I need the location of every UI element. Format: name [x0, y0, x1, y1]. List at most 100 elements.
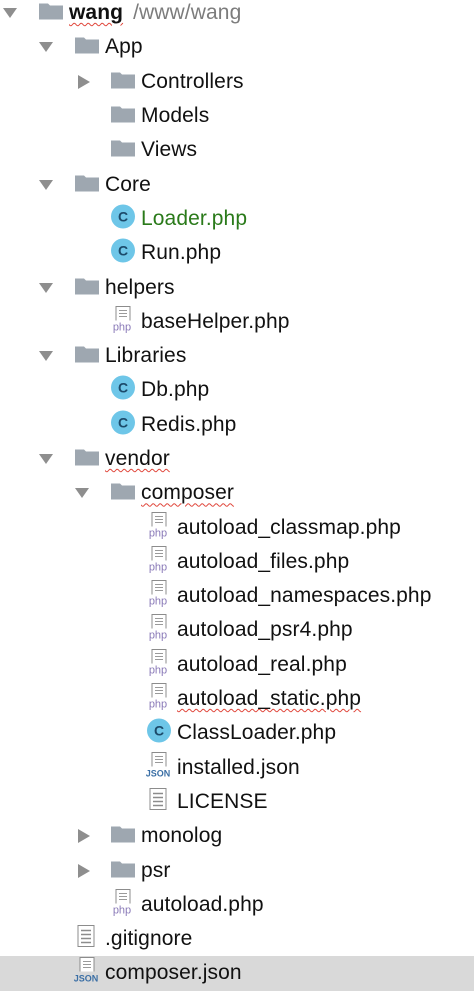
tree-item-label: autoload_psr4.php — [177, 618, 353, 642]
tree-item-label: autoload.php — [141, 892, 264, 916]
tree-row-models[interactable]: Models — [0, 99, 474, 133]
php-file-icon: php — [146, 683, 172, 716]
tree-item-label: helpers — [105, 275, 175, 299]
class-icon-letter: C — [118, 208, 128, 224]
php-badge-text: php — [149, 699, 167, 711]
folder-icon — [74, 172, 100, 197]
folder-icon — [110, 104, 136, 129]
php-badge-text: php — [113, 904, 131, 916]
class-icon-letter: C — [118, 414, 128, 430]
json-file-icon: JSON — [146, 751, 172, 784]
tree-item-label: LICENSE — [177, 790, 268, 814]
tree-row-core[interactable]: Core — [0, 167, 474, 201]
tree-item-label: Controllers — [141, 69, 244, 93]
tree-item-label: psr — [141, 858, 171, 882]
json-file-icon: JSON — [74, 957, 100, 990]
php-file-icon: php — [146, 648, 172, 681]
tree-row-views[interactable]: Views — [0, 133, 474, 167]
chevron-down-icon[interactable] — [38, 179, 54, 191]
json-badge-text: JSON — [146, 768, 170, 778]
tree-item-label: Views — [141, 138, 198, 162]
tree-row-loader[interactable]: C Loader.php — [0, 202, 474, 236]
tree-row-basehelper[interactable]: php baseHelper.php — [0, 305, 474, 339]
chevron-right-icon[interactable] — [76, 74, 92, 89]
php-class-icon: C — [110, 238, 136, 269]
tree-item-label: App — [105, 35, 143, 59]
chevron-down-icon[interactable] — [38, 41, 54, 53]
tree-item-label: Run.php — [141, 241, 222, 265]
tree-item-label: Loader.php — [141, 207, 248, 231]
tree-row-classloader[interactable]: C ClassLoader.php — [0, 716, 474, 750]
php-class-icon: C — [110, 375, 136, 406]
text-file-icon — [74, 924, 100, 955]
tree-row-libraries[interactable]: Libraries — [0, 339, 474, 373]
class-icon-letter: C — [118, 380, 128, 396]
tree-row-db[interactable]: C Db.php — [0, 373, 474, 407]
folder-icon — [74, 447, 100, 472]
tree-row-controllers[interactable]: Controllers — [0, 65, 474, 99]
folder-icon — [110, 138, 136, 163]
tree-row-run[interactable]: C Run.php — [0, 236, 474, 270]
tree-item-label: ClassLoader.php — [177, 721, 337, 745]
tree-item-label: .gitignore — [105, 927, 193, 951]
chevron-right-icon[interactable] — [76, 863, 92, 878]
folder-icon — [74, 275, 100, 300]
tree-item-label: autoload_namespaces.php — [177, 585, 432, 607]
tree-row-autoload-namespaces[interactable]: php autoload_namespaces.php — [0, 579, 474, 613]
folder-icon — [110, 858, 136, 883]
tree-row-helpers[interactable]: helpers — [0, 270, 474, 304]
tree-row-autoload[interactable]: php autoload.php — [0, 888, 474, 922]
tree-item-label: Libraries — [105, 344, 187, 368]
tree-row-root[interactable]: wang/www/wang — [0, 0, 474, 30]
tree-item-label: installed.json — [177, 755, 300, 779]
tree-row-installed-json[interactable]: JSON installed.json — [0, 751, 474, 785]
text-file-icon — [146, 786, 172, 817]
tree-item-label: composer — [141, 481, 235, 505]
class-icon-letter: C — [154, 723, 164, 739]
tree-row-autoload-psr4[interactable]: php autoload_psr4.php — [0, 613, 474, 647]
tree-row-gitignore[interactable]: .gitignore — [0, 922, 474, 956]
tree-item-label: Redis.php — [141, 412, 237, 436]
chevron-right-icon[interactable] — [76, 829, 92, 844]
php-badge-text: php — [149, 596, 167, 608]
chevron-down-icon[interactable] — [38, 453, 54, 465]
tree-row-composer-json[interactable]: JSON composer.json — [0, 956, 474, 991]
class-icon-letter: C — [118, 243, 128, 259]
php-file-icon: php — [146, 614, 172, 647]
php-file-icon: php — [146, 580, 172, 613]
tree-item-label: vendor — [105, 447, 170, 471]
chevron-down-icon[interactable] — [74, 487, 90, 499]
tree-row-redis[interactable]: C Redis.php — [0, 408, 474, 442]
tree-row-autoload-real[interactable]: php autoload_real.php — [0, 648, 474, 682]
tree-item-label: Models — [141, 104, 210, 128]
chevron-down-icon[interactable] — [38, 282, 54, 294]
php-class-icon: C — [146, 718, 172, 749]
php-badge-text: php — [149, 630, 167, 642]
tree-row-monolog[interactable]: monolog — [0, 819, 474, 853]
tree-item-label: wang — [69, 1, 124, 25]
tree-row-psr[interactable]: psr — [0, 853, 474, 887]
chevron-down-icon[interactable] — [2, 7, 18, 19]
tree-row-autoload-files[interactable]: php autoload_files.php — [0, 545, 474, 579]
folder-icon — [74, 344, 100, 369]
folder-icon — [110, 824, 136, 849]
tree-item-label: autoload_files.php — [177, 549, 350, 573]
tree-row-app[interactable]: App — [0, 30, 474, 64]
tree-item-label: Db.php — [141, 378, 210, 402]
json-badge-text: JSON — [74, 974, 98, 984]
tree-row-composer-dir[interactable]: composer — [0, 476, 474, 510]
tree-row-autoload-static[interactable]: php autoload_static.php — [0, 682, 474, 716]
tree-item-label: Core — [105, 172, 151, 196]
php-badge-text: php — [149, 527, 167, 539]
tree-item-label: autoload_static.php — [177, 687, 362, 711]
tree-row-autoload-classmap[interactable]: php autoload_classmap.php — [0, 510, 474, 544]
root-path-text: /www/wang — [133, 1, 242, 25]
tree-row-vendor[interactable]: vendor — [0, 442, 474, 476]
tree-item-label: monolog — [141, 824, 223, 848]
php-badge-text: php — [149, 664, 167, 676]
tree-row-license[interactable]: LICENSE — [0, 785, 474, 819]
chevron-down-icon[interactable] — [38, 350, 54, 362]
php-file-icon: php — [146, 511, 172, 544]
php-file-icon: php — [110, 888, 136, 921]
project-tree: wang/www/wang App Controllers Models Vie… — [0, 0, 474, 991]
